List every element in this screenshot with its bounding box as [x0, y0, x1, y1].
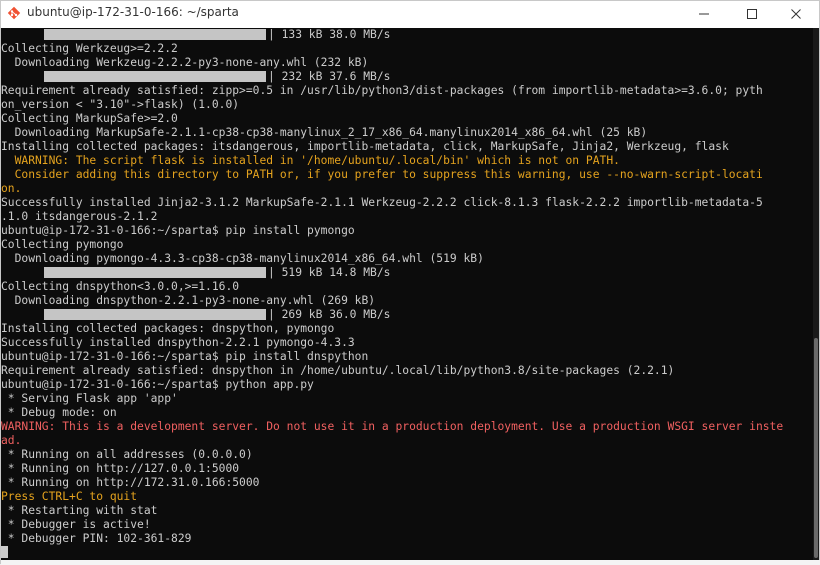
- git-bash-icon: [7, 6, 21, 20]
- terminal-line-text: Collecting pymongo: [1, 238, 124, 251]
- minimize-icon: [699, 13, 709, 15]
- terminal-line-text: ubuntu@ip-172-31-0-166:~/sparta$ python …: [1, 378, 314, 391]
- minimize-button[interactable]: [681, 1, 727, 27]
- terminal-line-text: on_version < "3.10"->flask) (1.0.0): [1, 98, 240, 111]
- terminal-line: Press CTRL+C to quit: [1, 490, 783, 504]
- terminal-line-text: | 269 kB 36.0 MB/s: [268, 308, 391, 321]
- terminal-line: Collecting dnspython<3.0.0,>=1.16.0: [1, 280, 783, 294]
- text-cursor: [1, 546, 8, 558]
- terminal-line: Downloading Werkzeug-2.2.2-py3-none-any.…: [1, 56, 783, 70]
- terminal-line-text: | 519 kB 14.8 MB/s: [268, 266, 391, 279]
- terminal-line-text: | 232 kB 37.6 MB/s: [268, 70, 391, 83]
- terminal-line-text: Requirement already satisfied: zipp>=0.5…: [1, 84, 763, 97]
- terminal-line: .1.0 itsdangerous-2.1.2: [1, 210, 783, 224]
- close-icon: [791, 9, 801, 19]
- terminal-line-text: ad.: [1, 434, 22, 447]
- terminal-line: Installing collected packages: dnspython…: [1, 322, 783, 336]
- terminal-line: Downloading MarkupSafe-2.1.1-cp38-cp38-m…: [1, 126, 783, 140]
- terminal-line-text: Installing collected packages: dnspython…: [1, 322, 335, 335]
- terminal-line-text: Downloading Werkzeug-2.2.2-py3-none-any.…: [1, 56, 369, 69]
- progress-bar: [44, 309, 266, 320]
- terminal-line-text: * Debug mode: on: [1, 406, 117, 419]
- terminal-line-text: | 133 kB 38.0 MB/s: [268, 28, 391, 41]
- terminal-line-text: Press CTRL+C to quit: [1, 490, 138, 503]
- terminal-line-text: Downloading pymongo-4.3.3-cp38-cp38-many…: [1, 252, 484, 265]
- terminal-line: on.: [1, 182, 783, 196]
- terminal-line: Requirement already satisfied: dnspython…: [1, 364, 783, 378]
- terminal-line-text: * Running on http://127.0.0.1:5000: [1, 462, 240, 475]
- terminal-line: WARNING: This is a development server. D…: [1, 420, 783, 434]
- terminal-line-text: on.: [1, 182, 22, 195]
- progress-bar: [44, 29, 266, 40]
- terminal-line: Requirement already satisfied: zipp>=0.5…: [1, 84, 783, 98]
- scrollbar-thumb[interactable]: [814, 338, 818, 558]
- terminal-line-text: Requirement already satisfied: dnspython…: [1, 364, 675, 377]
- terminal-line-text: Collecting Werkzeug>=2.2.2: [1, 42, 178, 55]
- progress-line: | 232 kB 37.6 MB/s: [1, 70, 783, 84]
- close-button[interactable]: [773, 1, 819, 27]
- terminal-line-text: ubuntu@ip-172-31-0-166:~/sparta$ pip ins…: [1, 350, 369, 363]
- terminal-line-text: WARNING: The script flask is installed i…: [1, 154, 620, 167]
- title-bar[interactable]: ubuntu@ip-172-31-0-166: ~/sparta: [1, 1, 819, 27]
- terminal-line: Collecting MarkupSafe>=2.0: [1, 112, 783, 126]
- progress-bar: [44, 71, 266, 82]
- terminal-line: Installing collected packages: itsdanger…: [1, 140, 783, 154]
- progress-line: | 269 kB 36.0 MB/s: [1, 308, 783, 322]
- terminal-line: on_version < "3.10"->flask) (1.0.0): [1, 98, 783, 112]
- terminal-window: ubuntu@ip-172-31-0-166: ~/sparta | 133 k…: [0, 0, 820, 565]
- terminal-output[interactable]: | 133 kB 38.0 MB/s Collecting Werkzeug>=2…: [1, 28, 813, 560]
- terminal-line: Collecting pymongo: [1, 238, 783, 252]
- terminal-line-text: * Serving Flask app 'app': [1, 392, 178, 405]
- terminal-line: * Debugger PIN: 102-361-829: [1, 532, 783, 546]
- terminal-line: Collecting Werkzeug>=2.2.2: [1, 42, 783, 56]
- terminal-lines: | 133 kB 38.0 MB/s Collecting Werkzeug>=2…: [1, 28, 783, 560]
- terminal-line-text: Consider adding this directory to PATH o…: [1, 168, 763, 181]
- terminal-line: * Running on all addresses (0.0.0.0): [1, 448, 783, 462]
- terminal-line: * Debugger is active!: [1, 518, 783, 532]
- terminal-line-text: * Running on all addresses (0.0.0.0): [1, 448, 253, 461]
- terminal-line: ubuntu@ip-172-31-0-166:~/sparta$ pip ins…: [1, 350, 783, 364]
- terminal-line: * Restarting with stat: [1, 504, 783, 518]
- terminal-line-text: Installing collected packages: itsdanger…: [1, 140, 729, 153]
- terminal-line-text: * Debugger is active!: [1, 518, 151, 531]
- background-window-edge: [1, 560, 820, 565]
- terminal-line: * Debug mode: on: [1, 406, 783, 420]
- terminal-line: ubuntu@ip-172-31-0-166:~/sparta$ python …: [1, 378, 783, 392]
- maximize-icon: [747, 9, 757, 19]
- terminal-line-text: WARNING: This is a development server. D…: [1, 420, 784, 433]
- terminal-line: Downloading pymongo-4.3.3-cp38-cp38-many…: [1, 252, 783, 266]
- terminal-line: [1, 546, 783, 560]
- terminal-line-text: Downloading dnspython-2.2.1-py3-none-any…: [1, 294, 376, 307]
- terminal-line-text: * Restarting with stat: [1, 504, 158, 517]
- terminal-line-text: Downloading MarkupSafe-2.1.1-cp38-cp38-m…: [1, 126, 648, 139]
- terminal-line: Consider adding this directory to PATH o…: [1, 168, 783, 182]
- scrollbar[interactable]: [813, 28, 819, 560]
- terminal-line-text: Successfully installed dnspython-2.2.1 p…: [1, 336, 355, 349]
- terminal-line: ad.: [1, 434, 783, 448]
- progress-bar: [44, 267, 266, 278]
- terminal-line: Successfully installed Jinja2-3.1.2 Mark…: [1, 196, 783, 210]
- terminal-line-text: * Debugger PIN: 102-361-829: [1, 532, 192, 545]
- terminal-line: ubuntu@ip-172-31-0-166:~/sparta$ pip ins…: [1, 224, 783, 238]
- progress-line: | 519 kB 14.8 MB/s: [1, 266, 783, 280]
- terminal-line-text: Successfully installed Jinja2-3.1.2 Mark…: [1, 196, 763, 209]
- progress-line: | 133 kB 38.0 MB/s: [1, 28, 783, 42]
- terminal-line: * Serving Flask app 'app': [1, 392, 783, 406]
- terminal-line: WARNING: The script flask is installed i…: [1, 154, 783, 168]
- terminal-line-text: * Running on http://172.31.0.166:5000: [1, 476, 260, 489]
- terminal-line-text: Collecting dnspython<3.0.0,>=1.16.0: [1, 280, 240, 293]
- terminal-line: * Running on http://127.0.0.1:5000: [1, 462, 783, 476]
- window-title: ubuntu@ip-172-31-0-166: ~/sparta: [27, 5, 239, 19]
- terminal-line: * Running on http://172.31.0.166:5000: [1, 476, 783, 490]
- terminal-line-text: Collecting MarkupSafe>=2.0: [1, 112, 178, 125]
- terminal-line-text: .1.0 itsdangerous-2.1.2: [1, 210, 158, 223]
- terminal-line: Downloading dnspython-2.2.1-py3-none-any…: [1, 294, 783, 308]
- maximize-button[interactable]: [729, 1, 775, 27]
- terminal-line: Successfully installed dnspython-2.2.1 p…: [1, 336, 783, 350]
- terminal-line-text: ubuntu@ip-172-31-0-166:~/sparta$ pip ins…: [1, 224, 355, 237]
